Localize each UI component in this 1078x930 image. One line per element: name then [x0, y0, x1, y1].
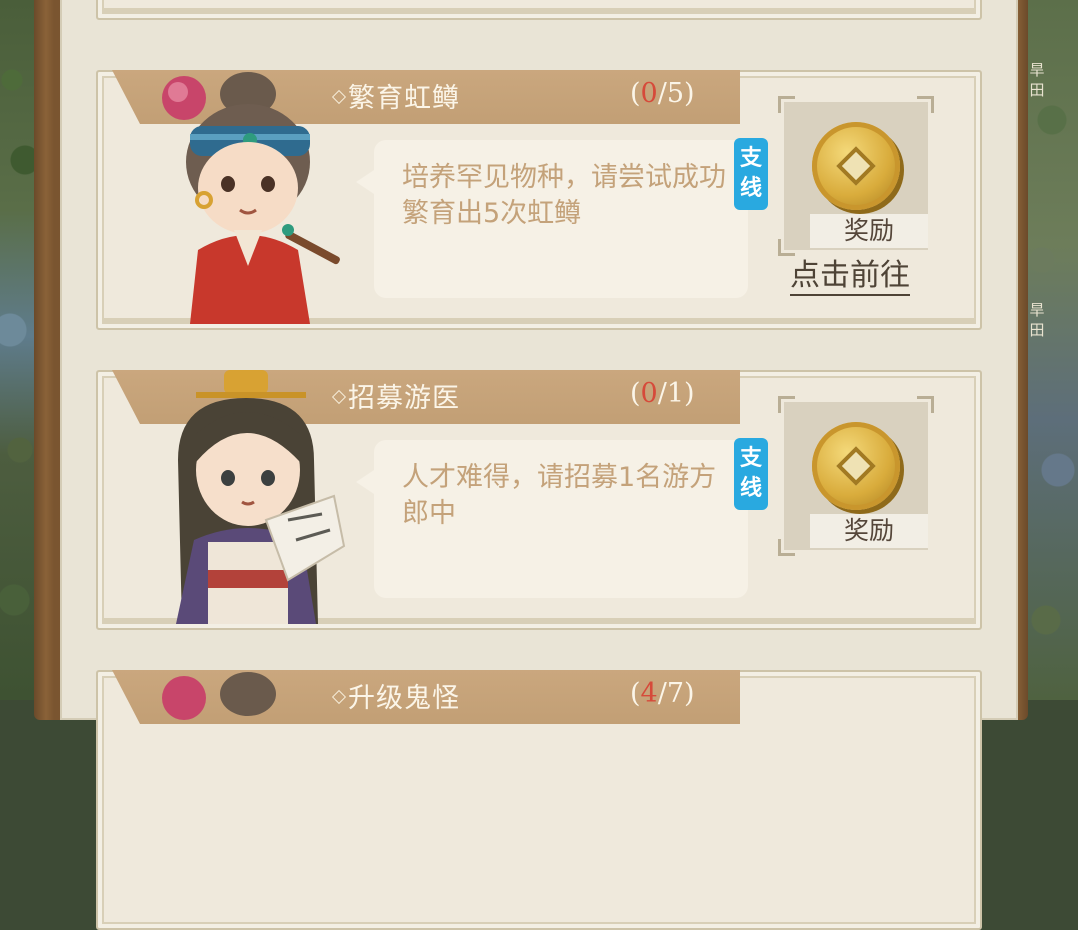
quest-progress: (0/5): [630, 78, 695, 109]
quest-description: 人才难得，请招募1名游方郎中: [402, 462, 717, 529]
side-quest-badge: 支线: [734, 438, 768, 510]
character-merchant-woman-portrait: [162, 672, 276, 720]
character-merchant-woman-portrait: [162, 72, 340, 324]
character-physician-portrait: [176, 370, 346, 624]
quest-list-panel[interactable]: 繁育虹鳟 (0/5) 培养罕见物种，请尝试成功繁育出5次虹鳟 支线 奖励 点击前…: [60, 0, 1018, 930]
quest-progress: (4/7): [630, 678, 695, 709]
quest-card-previous: [96, 0, 982, 20]
reward-box[interactable]: 奖励: [778, 96, 934, 256]
reward-label: 奖励: [810, 514, 928, 548]
goto-button[interactable]: 点击前往: [790, 258, 910, 296]
map-background-right: 旱田 旱田: [1022, 0, 1078, 700]
map-field-label: 旱田: [1029, 61, 1045, 99]
reward-label: 奖励: [810, 214, 928, 248]
side-quest-badge: 支线: [734, 138, 768, 210]
quest-description-bubble: 人才难得，请招募1名游方郎中: [356, 440, 748, 598]
quest-description-bubble: 培养罕见物种，请尝试成功繁育出5次虹鳟: [356, 140, 748, 298]
map-field-label: 旱田: [1029, 301, 1045, 339]
quest-card: 升级鬼怪 (4/7): [96, 670, 982, 930]
quest-description: 培养罕见物种，请尝试成功繁育出5次虹鳟: [402, 162, 726, 229]
quest-progress: (0/1): [630, 378, 695, 409]
copper-coin-icon: [812, 422, 900, 510]
quest-card: 招募游医 (0/1) 人才难得，请招募1名游方郎中 支线 奖励: [96, 370, 982, 630]
quest-card: 繁育虹鳟 (0/5) 培养罕见物种，请尝试成功繁育出5次虹鳟 支线 奖励 点击前…: [96, 70, 982, 330]
copper-coin-icon: [812, 122, 900, 210]
reward-box[interactable]: 奖励: [778, 396, 934, 556]
